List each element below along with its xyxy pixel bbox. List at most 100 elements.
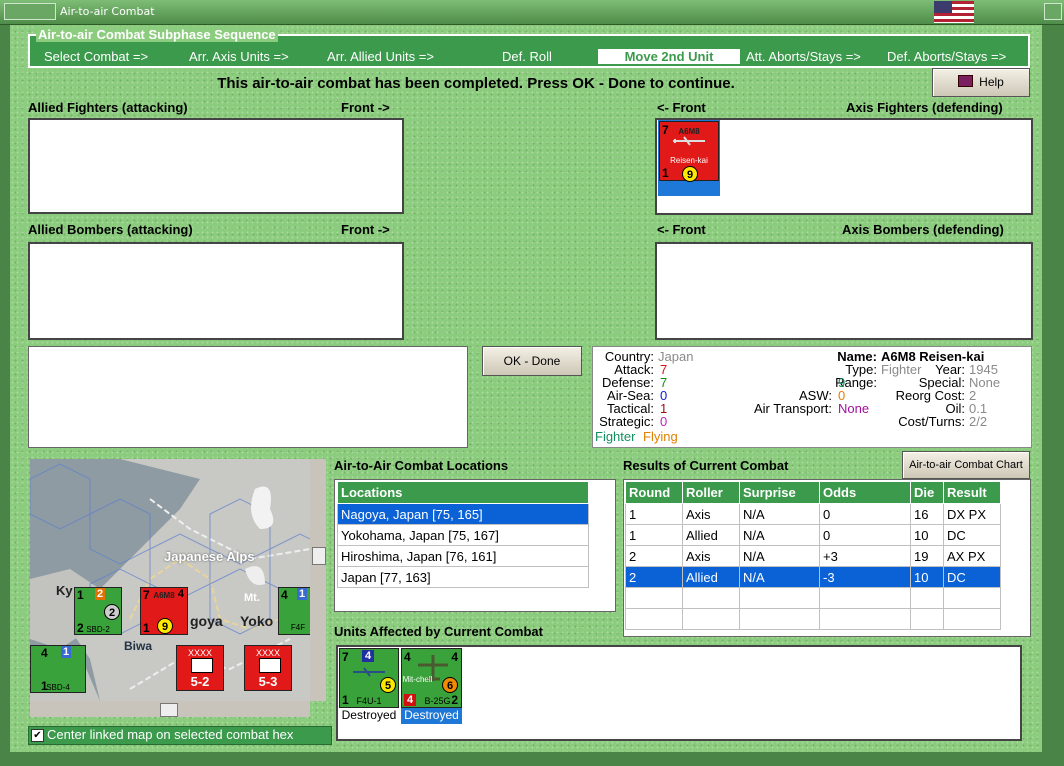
step-arr-allied: Arr. Allied Units =>	[327, 49, 434, 64]
help-button[interactable]: Help	[932, 68, 1030, 97]
center-map-option[interactable]: ✔ Center linked map on selected combat h…	[28, 726, 332, 745]
system-menu-button[interactable]	[4, 3, 56, 20]
info-label: Cost/Turns:	[898, 414, 965, 429]
result-cell: N/A	[739, 545, 820, 567]
ok-done-button[interactable]: OK - Done	[482, 346, 582, 376]
front-label: <- Front	[657, 100, 706, 115]
location-row[interactable]: Yokohama, Japan [75, 167]	[337, 524, 589, 546]
info-type: Fighter	[881, 362, 922, 377]
info-status: Flying	[643, 429, 678, 444]
results-header: Result	[943, 481, 1001, 504]
scroll-thumb[interactable]	[160, 703, 178, 717]
map-army-unit[interactable]: XXXX 5-2	[176, 645, 224, 691]
unit-bottom-value: 1	[662, 166, 669, 180]
step-select-combat: Select Combat =>	[44, 49, 149, 64]
front-label: Front ->	[341, 100, 390, 115]
result-cell: -3	[819, 566, 911, 588]
result-cell: 0	[819, 524, 911, 546]
locations-header: Locations	[337, 481, 589, 504]
step-move-2nd-unit: Move 2nd Unit	[598, 49, 740, 64]
result-cell: +3	[819, 545, 911, 567]
locations-title: Air-to-Air Combat Locations	[334, 458, 509, 473]
result-cell: 2	[625, 566, 683, 588]
axis-fighters-title: Axis Fighters (defending)	[846, 100, 1003, 115]
result-cell: DC	[943, 566, 1001, 588]
unit-circle: 2	[104, 604, 120, 620]
info-label: Strategic:	[599, 414, 654, 429]
unit-name: 5-2	[190, 674, 210, 689]
unit-value: 4	[41, 646, 48, 660]
result-cell: N/A	[739, 524, 820, 546]
results-row[interactable]: 1 Allied N/A 0 10 DC	[625, 524, 1001, 546]
book-icon	[958, 75, 974, 87]
map-unit[interactable]: 1 2 2 SBD-2 2	[74, 587, 122, 635]
results-header: Die	[910, 481, 944, 504]
location-cell: Japan [77, 163]	[337, 566, 589, 588]
front-label: <- Front	[657, 222, 706, 237]
results-table-box: Round Roller Surprise Odds Die Result 1A…	[623, 479, 1031, 637]
result-cell: DX PX	[943, 503, 1001, 525]
center-map-label: Center linked map on selected combat hex	[47, 727, 294, 742]
plane-icon	[673, 136, 705, 146]
affected-unit-selected[interactable]: 4 4 Mit-chell 6 4 B-25G 2 Destroyed	[401, 648, 462, 724]
location-row[interactable]: Hiroshima, Japan [76, 161]	[337, 545, 589, 567]
result-cell: 1	[625, 524, 683, 546]
allied-bombers-box[interactable]	[28, 242, 404, 340]
map-horizontal-scrollbar[interactable]	[30, 701, 310, 717]
unit-name: B-25G	[424, 696, 451, 706]
step-arr-axis: Arr. Axis Units =>	[189, 49, 289, 64]
unit-value: 4	[404, 650, 411, 664]
unit-range-circle: 9	[682, 166, 698, 182]
result-cell: 19	[910, 545, 944, 567]
map-vertical-scrollbar[interactable]	[310, 459, 326, 701]
usa-flag-icon	[934, 1, 974, 23]
unit-status: Destroyed	[341, 708, 397, 722]
results-header: Round	[625, 481, 683, 504]
unit-status: Destroyed	[404, 708, 459, 722]
unit-value: 7	[342, 650, 349, 664]
unit-name: Reisen-kai	[670, 156, 708, 165]
location-row[interactable]: Japan [77, 163]	[337, 566, 589, 588]
step-def-roll: Def. Roll	[502, 49, 552, 64]
unit-badge: 2	[95, 588, 106, 600]
result-cell: N/A	[739, 566, 820, 588]
linked-map[interactable]: Japanese Alps Mt. Ky goya Yoko Biwa 1 2 …	[30, 459, 310, 701]
results-row[interactable]: 2 Axis N/A +3 19 AX PX	[625, 545, 1001, 567]
location-cell: Nagoya, Japan [75, 165]	[337, 503, 589, 525]
result-cell: N/A	[739, 503, 820, 525]
scroll-thumb[interactable]	[312, 547, 326, 565]
result-cell: 16	[910, 503, 944, 525]
map-label: Japanese Alps	[164, 549, 255, 564]
unit-badge: 1	[297, 588, 308, 600]
unit-info-panel: Country: Japan Attack: 7 Defense: 7 Air-…	[592, 346, 1032, 448]
map-army-unit[interactable]: XXXX 5-3	[244, 645, 292, 691]
map-label: goya	[190, 613, 223, 629]
unit-counter: 4 4 Mit-chell 6 4 B-25G 2	[401, 648, 462, 708]
location-cell: Yokohama, Japan [75, 167]	[337, 524, 589, 546]
unit-name: SBD-2	[86, 625, 110, 634]
location-row[interactable]: Nagoya, Japan [75, 165]	[337, 503, 589, 525]
map-unit[interactable]: 4 1 F4F	[278, 587, 310, 635]
unit-name: 5-3	[258, 674, 278, 689]
combat-log	[28, 346, 468, 448]
results-row[interactable]: 1 Axis N/A 0 16 DX PX	[625, 503, 1001, 525]
axis-fighter-unit[interactable]: 7 A6M8 Reisen-kai 1 9	[658, 120, 720, 196]
allied-fighters-box[interactable]	[28, 118, 404, 214]
window-control-button[interactable]	[1044, 3, 1062, 20]
results-row-selected[interactable]: 2 Allied N/A -3 10 DC	[625, 566, 1001, 588]
axis-bombers-box[interactable]	[655, 242, 1033, 340]
army-symbol-icon	[191, 658, 213, 673]
map-label: Yoko	[240, 613, 274, 629]
unit-badge: 1	[61, 646, 72, 658]
info-label: Air Transport:	[753, 401, 832, 416]
unit-value: 4	[177, 588, 184, 600]
unit-nickname: Mit-chell	[402, 675, 433, 684]
air-combat-chart-button[interactable]: Air-to-air Combat Chart	[902, 451, 1030, 479]
info-strategic: 0	[660, 414, 668, 429]
step-def-aborts: Def. Aborts/Stays =>	[887, 49, 1007, 64]
affected-unit[interactable]: 7 4 5 1 F4U-1 Destroyed	[339, 648, 399, 724]
unit-value: 4	[281, 588, 288, 602]
map-unit-selected[interactable]: 7 A6M8 4 1 9	[140, 587, 188, 635]
map-unit[interactable]: 4 1 1 SBD-4	[30, 645, 86, 693]
center-map-checkbox[interactable]: ✔	[31, 729, 44, 742]
